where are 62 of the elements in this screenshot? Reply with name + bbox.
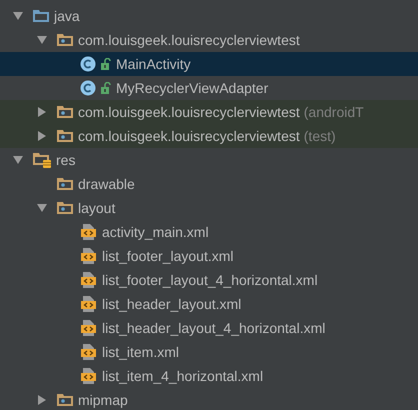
tree-row[interactable]: com.louisgeek.louisrecyclerviewtest (androidT	[0, 100, 418, 124]
package-folder-icon	[56, 105, 74, 119]
xml-file-icon	[80, 247, 98, 265]
source-set-label: (test)	[304, 126, 336, 146]
expanded-arrow-icon[interactable]	[13, 156, 23, 164]
tree-item-label: MyRecyclerViewAdapter	[116, 78, 268, 98]
xml-file-icon	[80, 223, 98, 241]
tree-item-label: list_item.xml	[102, 342, 180, 362]
tree-row[interactable]: list_item_4_horizontal.xml	[0, 364, 418, 388]
tree-row[interactable]: list_footer_layout.xml	[0, 244, 418, 268]
xml-file-icon	[80, 367, 98, 385]
folder-icon	[32, 9, 50, 23]
tree-row[interactable]: com.louisgeek.louisrecyclerviewtest	[0, 28, 418, 52]
package-folder-icon	[56, 129, 74, 143]
tree-row[interactable]: MainActivity	[0, 52, 418, 76]
tree-row[interactable]: list_header_layout.xml	[0, 292, 418, 316]
tree-item-label: java	[54, 6, 80, 26]
package-folder-icon	[56, 33, 74, 47]
class-icon	[80, 80, 96, 96]
tree-row[interactable]: com.louisgeek.louisrecyclerviewtest (test)	[0, 124, 418, 148]
tree-row[interactable]: list_header_layout_4_horizontal.xml	[0, 316, 418, 340]
tree-item-label: MainActivity	[116, 54, 191, 74]
expanded-arrow-icon[interactable]	[37, 204, 47, 212]
unlocked-padlock-icon	[100, 58, 112, 70]
tree-row[interactable]: list_item.xml	[0, 340, 418, 364]
tree-item-label: list_item_4_horizontal.xml	[102, 366, 264, 386]
unlocked-padlock-icon	[100, 82, 112, 94]
tree-item-label: res	[56, 150, 76, 170]
collapsed-arrow-icon[interactable]	[38, 131, 46, 141]
tree-row[interactable]: java	[0, 4, 418, 28]
tree-item-label: list_header_layout_4_horizontal.xml	[102, 318, 326, 338]
source-set-label: (androidT	[304, 102, 364, 122]
collapsed-arrow-icon[interactable]	[38, 395, 46, 405]
folder-icon	[56, 393, 74, 407]
expanded-arrow-icon[interactable]	[13, 12, 23, 20]
tree-item-label: list_header_layout.xml	[102, 294, 242, 314]
xml-file-icon	[80, 271, 98, 289]
class-icon	[80, 56, 96, 72]
expanded-arrow-icon[interactable]	[37, 36, 47, 44]
tree-row[interactable]: drawable	[0, 172, 418, 196]
tree-item-label: com.louisgeek.louisrecyclerviewtest	[78, 126, 300, 146]
tree-row[interactable]: layout	[0, 196, 418, 220]
tree-item-label: layout	[78, 198, 116, 218]
folder-icon	[56, 201, 74, 215]
tree-item-label: com.louisgeek.louisrecyclerviewtest	[78, 102, 300, 122]
resource-folder-icon	[32, 152, 52, 168]
xml-file-icon	[80, 343, 98, 361]
tree-item-label: mipmap	[78, 390, 128, 410]
tree-item-label: drawable	[78, 174, 135, 194]
tree-row[interactable]: list_footer_layout_4_horizontal.xml	[0, 268, 418, 292]
folder-icon	[56, 177, 74, 191]
tree-row[interactable]: mipmap	[0, 388, 418, 410]
tree-item-label: com.louisgeek.louisrecyclerviewtest	[78, 30, 300, 50]
tree-item-label: activity_main.xml	[102, 222, 209, 242]
tree-row[interactable]: activity_main.xml	[0, 220, 418, 244]
tree-item-label: list_footer_layout.xml	[102, 246, 234, 266]
xml-file-icon	[80, 319, 98, 337]
tree-row[interactable]: MyRecyclerViewAdapter	[0, 76, 418, 100]
tree-item-label: list_footer_layout_4_horizontal.xml	[102, 270, 318, 290]
tree-row[interactable]: res	[0, 148, 418, 172]
xml-file-icon	[80, 295, 98, 313]
collapsed-arrow-icon[interactable]	[38, 107, 46, 117]
